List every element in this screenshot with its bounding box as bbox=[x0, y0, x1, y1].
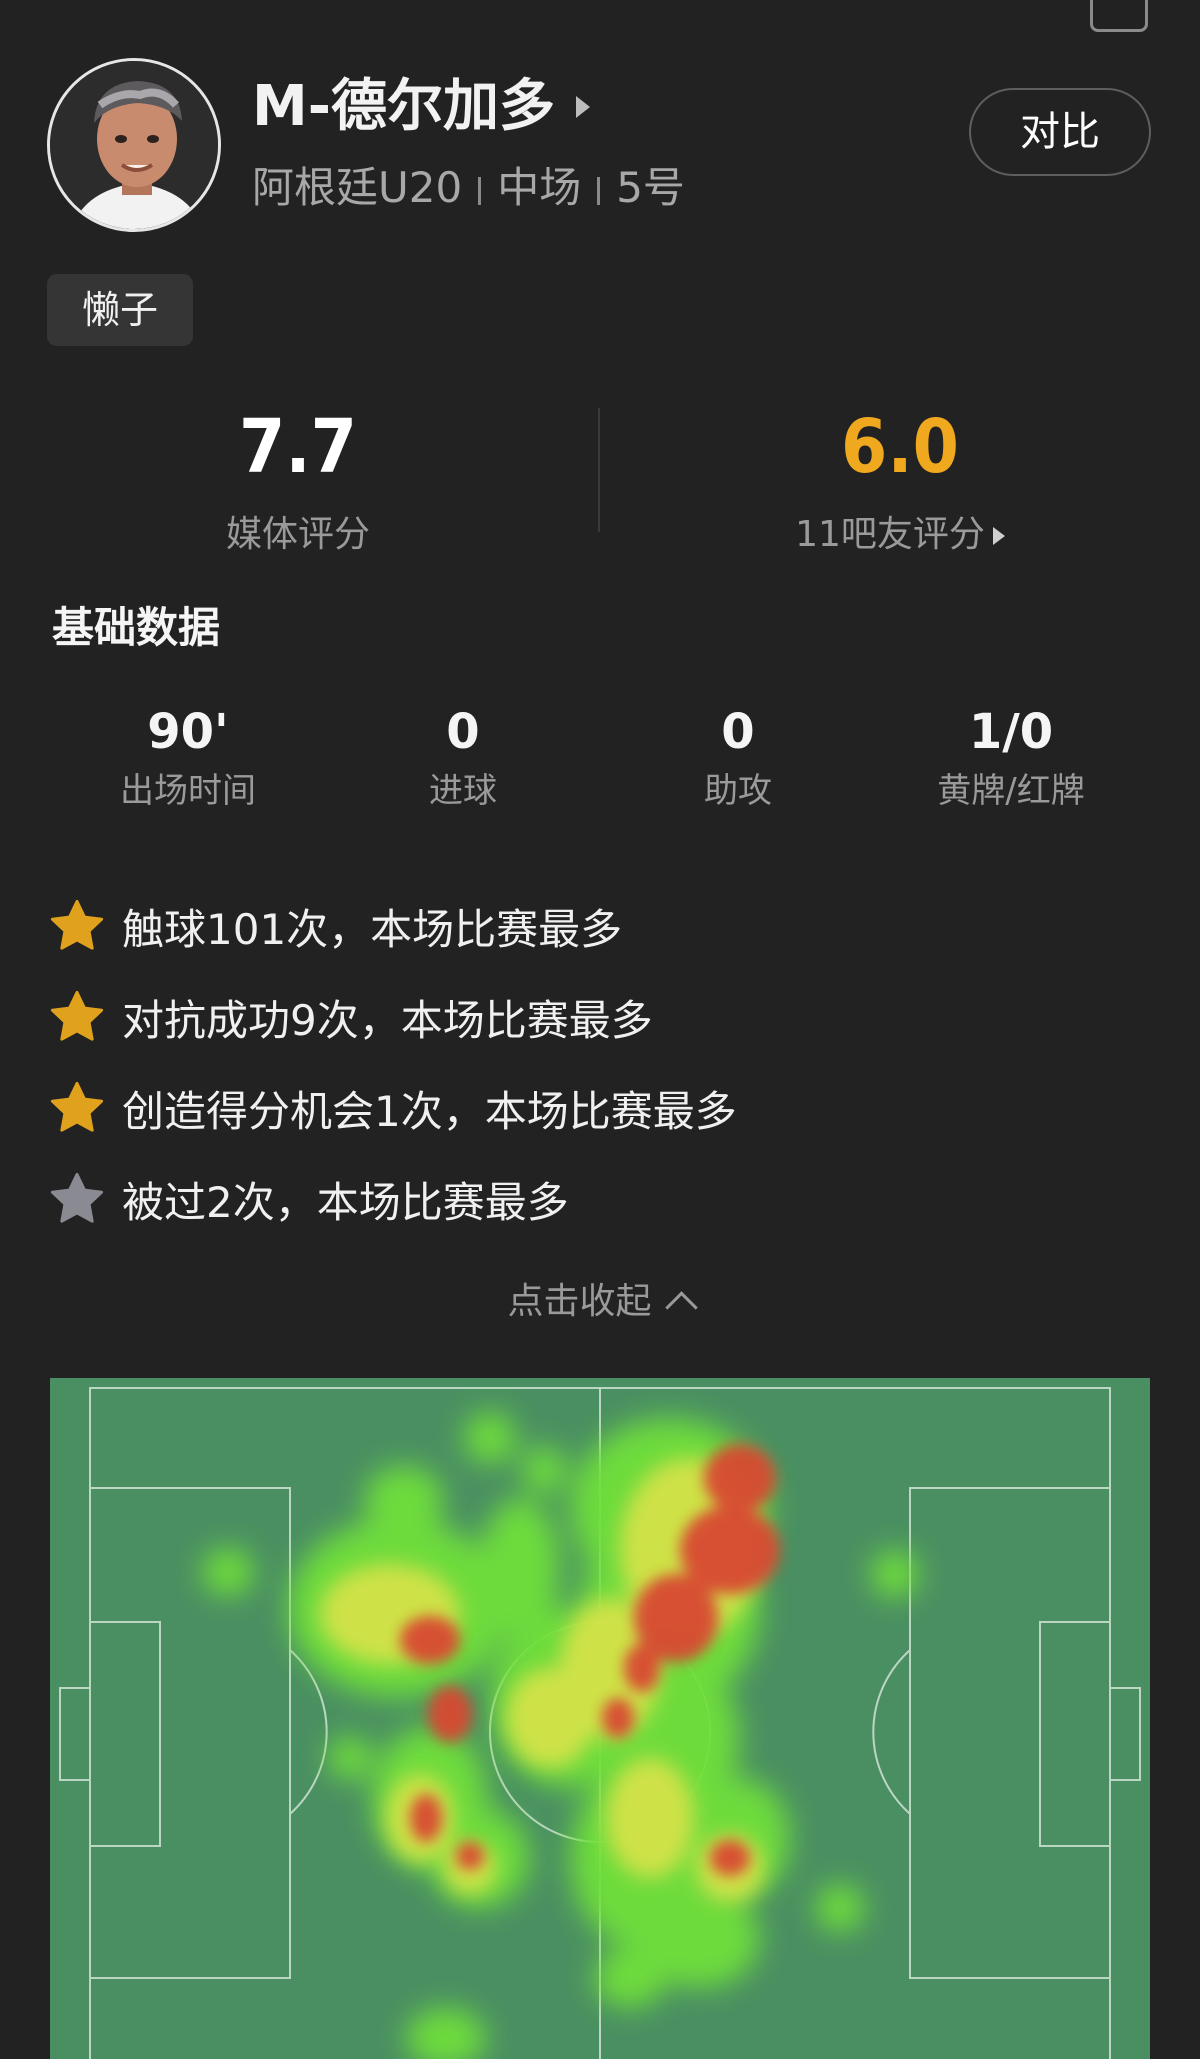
fan-rating-link[interactable]: 11吧友评分 bbox=[700, 510, 1100, 560]
media-rating-label: 媒体评分 bbox=[225, 514, 370, 555]
stat-label: 进球 bbox=[429, 771, 497, 811]
stat-value: 1/0 bbox=[968, 704, 1054, 760]
stat-value: 0 bbox=[721, 704, 755, 760]
chevron-up-icon bbox=[664, 1291, 698, 1324]
divider bbox=[478, 176, 482, 205]
collapse-label: 点击收起 bbox=[507, 1281, 652, 1322]
grey-star-icon bbox=[50, 1172, 104, 1223]
team-name: 阿根廷U20 bbox=[252, 163, 463, 212]
fan-rating-value: 6.0 bbox=[841, 404, 959, 490]
share-icon[interactable] bbox=[1090, 0, 1148, 32]
stat-assists: 0 助攻 bbox=[608, 700, 868, 814]
compare-button[interactable]: 对比 bbox=[969, 88, 1151, 176]
collapse-button[interactable]: 点击收起 bbox=[0, 1278, 1200, 1326]
highlight-item: 对抗成功9次，本场比赛最多 bbox=[48, 985, 653, 1049]
stat-label: 出场时间 bbox=[120, 771, 256, 811]
player-info: 阿根廷U20 中场 5号 bbox=[252, 160, 685, 216]
player-name[interactable]: M-德尔加多 bbox=[252, 72, 555, 142]
stat-label: 黄牌/红牌 bbox=[937, 771, 1085, 811]
stat-label: 助攻 bbox=[704, 771, 772, 811]
divider bbox=[597, 176, 601, 205]
heatmap-pitch bbox=[50, 1378, 1150, 2059]
highlight-text: 触球101次，本场比赛最多 bbox=[122, 904, 623, 954]
caret-right-icon[interactable] bbox=[576, 96, 590, 118]
stat-goals: 0 进球 bbox=[333, 700, 593, 814]
highlight-text: 对抗成功9次，本场比赛最多 bbox=[122, 995, 653, 1045]
divider bbox=[598, 408, 600, 532]
stat-value: 0 bbox=[446, 704, 480, 760]
player-avatar bbox=[47, 58, 221, 232]
stat-cards: 1/0 黄牌/红牌 bbox=[881, 700, 1141, 814]
fan-rating-label: 11吧友评分 bbox=[795, 514, 985, 555]
highlight-item: 触球101次，本场比赛最多 bbox=[48, 894, 622, 958]
media-rating: 7.7 媒体评分 bbox=[98, 402, 498, 560]
section-title: 基础数据 bbox=[52, 603, 221, 652]
shirt-number: 5号 bbox=[616, 163, 685, 212]
gold-star-icon bbox=[50, 990, 104, 1041]
player-position: 中场 bbox=[497, 163, 582, 212]
highlight-text: 被过2次，本场比赛最多 bbox=[122, 1177, 569, 1227]
media-rating-value: 7.7 bbox=[239, 404, 357, 490]
highlight-item: 创造得分机会1次，本场比赛最多 bbox=[48, 1076, 737, 1140]
nickname-tag: 懒子 bbox=[47, 274, 193, 346]
gold-star-icon bbox=[50, 899, 104, 950]
stat-value: 90' bbox=[147, 704, 229, 760]
highlight-text: 创造得分机会1次，本场比赛最多 bbox=[122, 1086, 737, 1136]
gold-star-icon bbox=[50, 1081, 104, 1132]
stat-minutes: 90' 出场时间 bbox=[58, 700, 318, 814]
fan-rating[interactable]: 6.0 11吧友评分 bbox=[700, 402, 1100, 560]
highlight-item: 被过2次，本场比赛最多 bbox=[48, 1167, 569, 1231]
caret-right-icon bbox=[992, 527, 1005, 545]
